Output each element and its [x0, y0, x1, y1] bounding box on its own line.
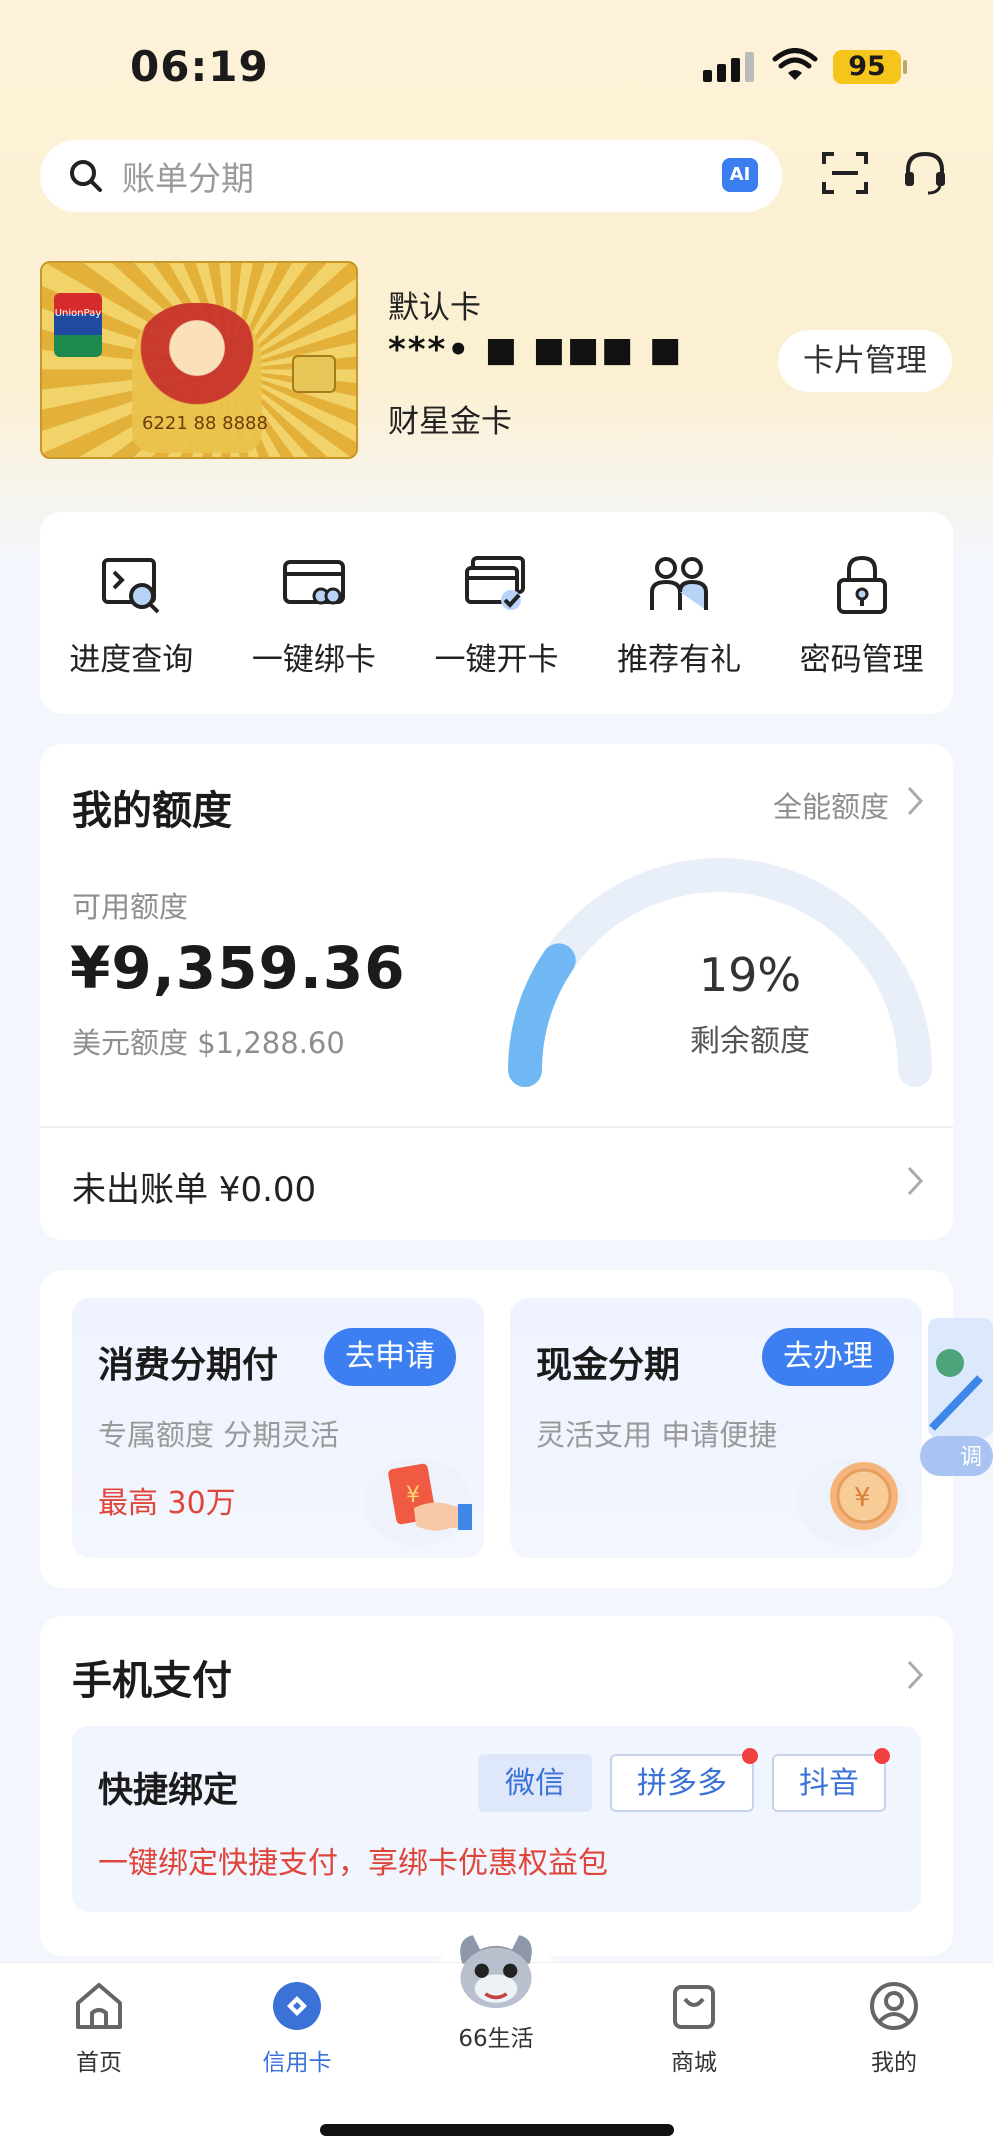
- quick-actions-panel: 进度查询 一键绑卡 一键开卡 推荐有礼 密码管理: [40, 512, 953, 714]
- credit-title: 我的额度: [72, 788, 232, 834]
- quick-action-label: 进度查询: [69, 642, 194, 678]
- quick-action-activate-card[interactable]: 一键开卡: [416, 552, 576, 714]
- gauge-fill: [508, 943, 576, 1087]
- side-float-banner[interactable]: 调: [920, 1308, 993, 1478]
- side-float-label: 调: [960, 1445, 982, 1470]
- all-limit-link[interactable]: 全能额度: [773, 784, 889, 826]
- unionpay-logo: UnionPay: [54, 293, 102, 357]
- search-icon: [70, 160, 102, 192]
- tag-label: 抖音: [799, 1766, 859, 1801]
- mascot-icon: [460, 1935, 532, 2009]
- mobile-pay-title[interactable]: 手机支付: [72, 1648, 232, 1706]
- unbilled-row[interactable]: 未出账单 ¥0.00: [72, 1162, 316, 1211]
- quick-action-label: 一键开卡: [434, 642, 559, 678]
- card-number-masked: ***• ■ ■■■ ■: [388, 330, 684, 370]
- battery-tip: [903, 60, 907, 74]
- search-placeholder: 账单分期: [122, 159, 254, 198]
- quick-action-refer[interactable]: 推荐有礼: [599, 552, 759, 714]
- tab-label: 信用卡: [262, 2050, 332, 2076]
- coin-icon: ¥: [796, 1458, 908, 1546]
- refer-gift-icon: [650, 557, 709, 610]
- quick-action-label: 密码管理: [799, 642, 924, 678]
- cellular-signal-icon: [703, 52, 754, 82]
- tab-label: 66生活: [458, 2026, 534, 2052]
- shopping-bag-icon: [673, 1985, 715, 2029]
- handle-button[interactable]: 去办理: [762, 1328, 894, 1386]
- svg-text:¥: ¥: [854, 1483, 871, 1513]
- svg-text:¥: ¥: [406, 1483, 420, 1508]
- quick-action-label: 推荐有礼: [617, 642, 742, 678]
- credit-card-tab-icon: [273, 1982, 321, 2030]
- chevron-right-icon[interactable]: [905, 1164, 925, 1198]
- available-amount: ¥9,359.36: [70, 934, 406, 1002]
- usd-limit: 美元额度 $1,288.60: [72, 1026, 345, 1060]
- customer-service-icon[interactable]: [900, 148, 950, 198]
- divider: [40, 1126, 953, 1128]
- tab-mall[interactable]: 商城: [634, 1979, 754, 2077]
- wifi-icon: [772, 48, 818, 80]
- tab-home[interactable]: 首页: [39, 1979, 159, 2077]
- tag-wechat[interactable]: 微信: [478, 1754, 592, 1812]
- quick-action-bind-card[interactable]: 一键绑卡: [234, 552, 394, 714]
- installment-subtitle: 灵活支用 申请便捷: [536, 1418, 778, 1452]
- status-time: 06:19: [130, 42, 269, 91]
- status-bar: 06:19 95: [0, 0, 993, 130]
- remaining-percent: 19%: [698, 948, 802, 1002]
- progress-search-icon: [102, 558, 160, 614]
- installment-title: 消费分期付: [98, 1345, 279, 1386]
- chevron-right-icon[interactable]: [905, 1658, 925, 1692]
- scan-icon[interactable]: [820, 148, 870, 198]
- installment-title: 现金分期: [536, 1345, 681, 1386]
- card-name: 财星金卡: [388, 404, 512, 440]
- cash-installment-card[interactable]: 现金分期 去办理 灵活支用 申请便捷 ¥: [510, 1298, 922, 1558]
- ai-assistant-button[interactable]: AI: [722, 158, 758, 192]
- chevron-right-icon[interactable]: [905, 784, 925, 818]
- credit-card-image[interactable]: UnionPay 6221 88 8888: [40, 261, 358, 459]
- bind-card-icon: [282, 560, 345, 605]
- tag-label: 拼多多: [637, 1766, 727, 1801]
- quick-action-label: 一键绑卡: [251, 642, 376, 678]
- activate-card-icon: [465, 556, 526, 610]
- lock-icon: [836, 555, 887, 614]
- tab-mine[interactable]: 我的: [834, 1979, 954, 2077]
- notification-dot: [742, 1748, 758, 1764]
- quick-action-progress[interactable]: 进度查询: [51, 552, 211, 714]
- notification-dot: [874, 1748, 890, 1764]
- home-indicator: [320, 2124, 674, 2136]
- card-manage-button[interactable]: 卡片管理: [778, 330, 952, 392]
- quick-action-password[interactable]: 密码管理: [782, 552, 942, 714]
- consumer-installment-card[interactable]: 消费分期付 去申请 专属额度 分期灵活 最高 30万 ¥: [72, 1298, 484, 1558]
- installment-max: 最高 30万: [98, 1486, 236, 1521]
- search-bar[interactable]: 账单分期 AI: [40, 140, 782, 212]
- profile-icon: [870, 1982, 918, 2030]
- tag-pinduoduo[interactable]: 拼多多: [610, 1748, 758, 1812]
- red-envelope-icon: ¥: [364, 1458, 472, 1546]
- tab-credit-card[interactable]: 信用卡: [237, 1979, 357, 2077]
- available-label: 可用额度: [72, 890, 189, 924]
- card-image-number: 6221 88 8888: [142, 413, 268, 434]
- remaining-label: 剩余额度: [690, 1024, 810, 1059]
- quick-bind-promo[interactable]: 一键绑定快捷支付，享绑卡优惠权益包: [98, 1838, 608, 1882]
- home-icon: [76, 1983, 122, 2029]
- mobile-pay-panel: 手机支付 快捷绑定 微信 拼多多 抖音 一键绑定快捷支付，享绑卡优惠权益包: [40, 1616, 953, 1956]
- tab-label: 首页: [76, 2050, 122, 2076]
- tab-label: 商城: [671, 2050, 717, 2076]
- tag-douyin[interactable]: 抖音: [772, 1748, 890, 1812]
- credit-limit-panel: 我的额度 全能额度 可用额度 ¥9,359.36 美元额度 $1,288.60 …: [40, 744, 953, 1240]
- apply-button[interactable]: 去申请: [324, 1328, 456, 1386]
- battery-indicator: 95: [833, 50, 901, 84]
- installment-subtitle: 专属额度 分期灵活: [98, 1418, 340, 1452]
- quick-bind-box: 快捷绑定 微信 拼多多 抖音 一键绑定快捷支付，享绑卡优惠权益包: [72, 1726, 921, 1912]
- quick-bind-title: 快捷绑定: [98, 1771, 239, 1811]
- tab-label: 我的: [871, 2050, 917, 2076]
- card-default-label: 默认卡: [388, 290, 481, 326]
- tab-66-life[interactable]: 66生活: [436, 1921, 556, 2053]
- card-chip: [292, 355, 336, 393]
- installment-panel: 消费分期付 去申请 专属额度 分期灵活 最高 30万 ¥ 现金分期 去办理 灵活…: [40, 1270, 953, 1588]
